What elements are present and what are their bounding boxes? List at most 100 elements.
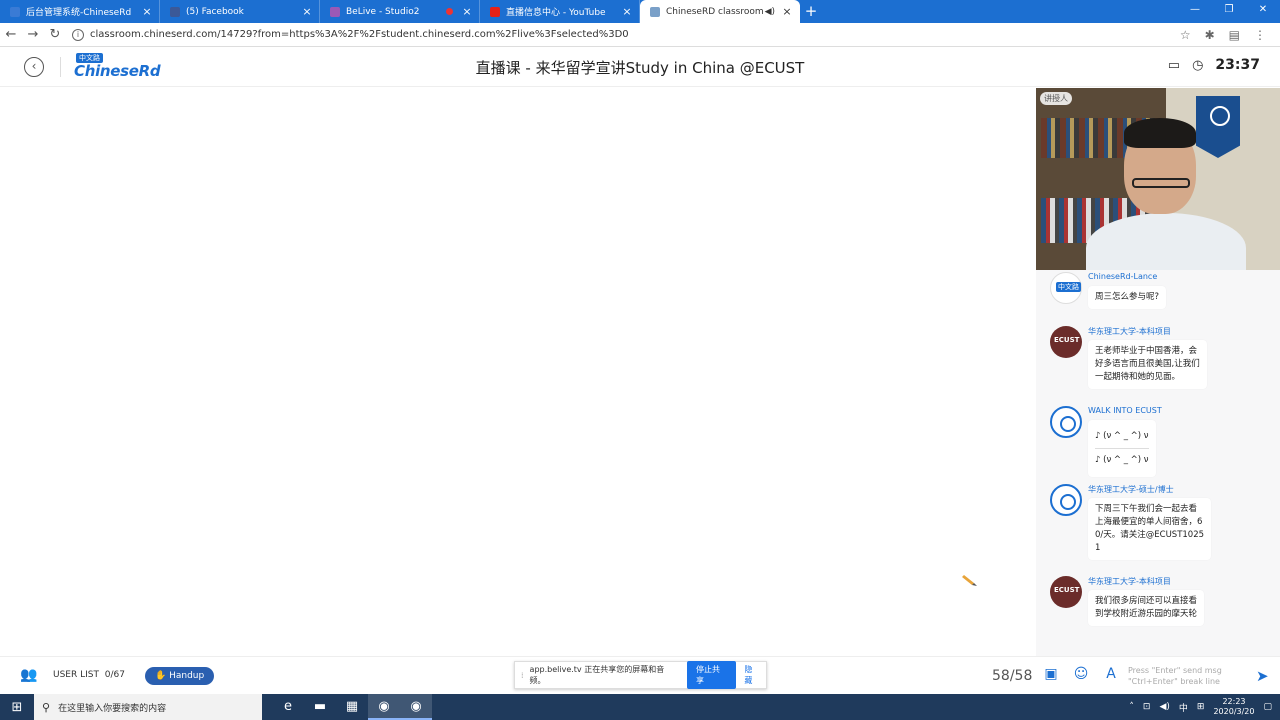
close-tab-icon[interactable]: ×: [621, 5, 633, 18]
browser-tab[interactable]: (5) Facebook ×: [160, 0, 320, 23]
tray-arrow-icon[interactable]: ˄: [1129, 702, 1134, 712]
classroom-icon: [650, 6, 660, 17]
browser-tab[interactable]: 直播信息中心 - YouTube ×: [480, 0, 640, 23]
message-bubble: 我们很多房间还可以直接看 到学校附近游乐园的摩天轮: [1088, 590, 1205, 626]
close-tab-icon[interactable]: ×: [141, 5, 153, 18]
stop-share-button[interactable]: 停止共享: [687, 661, 737, 689]
tab-title: (5) Facebook: [186, 6, 244, 17]
message-line: 一起期待和她的见面。: [1095, 372, 1181, 382]
windows-start-icon[interactable]: ⊞: [0, 700, 34, 715]
send-icon[interactable]: ➤: [1256, 667, 1269, 685]
avatar: [1050, 484, 1082, 516]
chrome-icon[interactable]: ◉: [400, 694, 432, 720]
tab-title: BeLive - Studio2: [346, 6, 420, 17]
teacher-video[interactable]: 讲授人: [1036, 88, 1280, 270]
message-line: 上海最便宜的单人间宿舍，6: [1095, 517, 1203, 527]
new-tab-button[interactable]: +: [800, 0, 822, 23]
message-line: 到学校附近游乐园的摩天轮: [1095, 609, 1198, 619]
speaker-icon[interactable]: ◀): [765, 7, 775, 17]
back-arrow-icon[interactable]: ←: [0, 27, 22, 42]
chrome-icon[interactable]: ◉: [368, 694, 400, 720]
volume-icon[interactable]: ◀): [1159, 702, 1169, 712]
message-line: 0/天。请关注@ECUST1025: [1095, 530, 1205, 540]
maximize-icon[interactable]: ❐: [1212, 0, 1246, 23]
forward-arrow-icon[interactable]: →: [22, 27, 44, 42]
app-header: ‹ 中文路 ChineseRd 直播课 - 来华留学宣讲Study in Chi…: [0, 47, 1280, 87]
edge-icon[interactable]: e: [272, 694, 304, 720]
message-line: 下周三下午我们会一起去看: [1095, 504, 1198, 514]
close-tab-icon[interactable]: ×: [461, 5, 473, 18]
share-notice-text: app.belive.tv 正在共享您的屏幕和音频。: [529, 665, 665, 685]
sender-name: 华东理工大学-本科项目: [1088, 577, 1171, 586]
close-window-icon[interactable]: ✕: [1246, 0, 1280, 23]
chat-panel: ChineseRd-Lance 周三怎么参与呢? 华东理工大学-本科项目 王老师…: [1036, 272, 1280, 656]
header-right: ▭ ◷ 23:37: [1168, 57, 1260, 73]
translate-icon[interactable]: A: [1102, 666, 1120, 684]
close-tab-icon[interactable]: ×: [301, 5, 313, 18]
tray-clock[interactable]: 22:23 2020/3/20: [1213, 697, 1254, 717]
user-count: 0/67: [104, 670, 125, 680]
handup-button[interactable]: ✋ Handup: [145, 667, 215, 685]
search-icon: ⚲: [42, 700, 51, 714]
message-line: ♪ (ν ^ _ ^) ν: [1095, 425, 1149, 449]
taskbar-apps: e ▬ ▦ ◉ ◉: [272, 694, 432, 720]
url-field[interactable]: i classroom.chineserd.com/14729?from=htt…: [72, 28, 1180, 41]
youtube-icon: [490, 6, 500, 17]
browser-tab-strip: 后台管理系统-ChineseRd × (5) Facebook × BeLive…: [0, 0, 1280, 23]
avatar: [1050, 576, 1082, 608]
users-icon[interactable]: 👥: [20, 667, 40, 683]
user-list-label[interactable]: USER LIST 0/67: [53, 670, 125, 680]
reload-icon[interactable]: ↻: [44, 27, 66, 42]
minimize-icon[interactable]: —: [1178, 0, 1212, 23]
file-explorer-icon[interactable]: ▬: [304, 694, 336, 720]
right-panel: 讲授人 ChineseRd-Lance 周三怎么参与呢? 华东理工大学-本科项目…: [1036, 88, 1280, 656]
ecust-banner: [1196, 96, 1240, 158]
belive-icon: [330, 6, 340, 17]
emoji-icon[interactable]: ☺: [1072, 666, 1090, 684]
drag-handle-icon[interactable]: ⁞: [521, 671, 524, 680]
image-icon[interactable]: ▣: [1042, 666, 1060, 684]
taskbar-search[interactable]: ⚲ 在这里输入你要搜索的内容: [34, 694, 262, 720]
avatar: [1050, 326, 1082, 358]
extension-icon[interactable]: ✱: [1205, 28, 1215, 42]
recording-icon: [446, 8, 453, 15]
info-icon[interactable]: i: [72, 28, 84, 41]
screen-icon[interactable]: ▭: [1168, 58, 1180, 73]
menu-icon[interactable]: ⋮: [1254, 28, 1266, 42]
screen-share-notice: ⁞ app.belive.tv 正在共享您的屏幕和音频。 停止共享 隐藏: [514, 661, 767, 689]
chat-message: 华东理工大学-本科项目 我们很多房间还可以直接看 到学校附近游乐园的摩天轮: [1050, 576, 1270, 632]
hide-button[interactable]: 隐藏: [744, 664, 760, 686]
browser-tab[interactable]: BeLive - Studio2 ×: [320, 0, 480, 23]
message-line: 周三怎么参与呢?: [1095, 292, 1160, 302]
sender-name: ChineseRd-Lance: [1088, 272, 1158, 281]
chat-message: 华东理工大学-硕士/博士 下周三下午我们会一起去看 上海最便宜的单人间宿舍，6 …: [1050, 484, 1270, 564]
message-line: 我们很多房间还可以直接看: [1095, 596, 1198, 606]
whiteboard[interactable]: [14, 88, 1024, 656]
user-list-text: USER LIST: [53, 670, 99, 680]
tab-favicon-icon: [10, 6, 20, 17]
message-line: 好多语言而且很美国,让我们: [1095, 359, 1200, 369]
browser-tab[interactable]: 后台管理系统-ChineseRd ×: [0, 0, 160, 23]
session-clock: 23:37: [1215, 57, 1260, 73]
ime-indicator[interactable]: 中: [1179, 701, 1188, 714]
input-grid-icon[interactable]: ⊞: [1197, 702, 1205, 712]
system-tray: ˄ ⊡ ◀) 中 ⊞ 22:23 2020/3/20 ▢: [1129, 694, 1272, 720]
chat-message: WALK INTO ECUST ♪ (ν ^ _ ^) ν ♪ (ν ^ _ ^…: [1050, 406, 1270, 477]
page-title: 直播课 - 来华留学宣讲Study in China @ECUST: [475, 59, 805, 77]
message-input[interactable]: Press "Enter" send msg "Ctrl+Enter" brea…: [1128, 665, 1248, 687]
tab-title: ChineseRD classroom: [666, 6, 764, 17]
close-tab-icon[interactable]: ×: [781, 5, 793, 18]
star-icon[interactable]: ☆: [1180, 28, 1191, 42]
tab-title: 后台管理系统-ChineseRd: [26, 8, 132, 18]
chat-message: ChineseRd-Lance 周三怎么参与呢?: [1050, 272, 1270, 312]
network-icon[interactable]: ⊡: [1143, 702, 1151, 712]
input-placeholder-line: Press "Enter" send msg: [1128, 666, 1222, 675]
tray-time: 22:23: [1222, 697, 1246, 706]
browser-tab-active[interactable]: ChineseRD classroom ◀) ×: [640, 0, 800, 23]
translate-icon[interactable]: ▤: [1229, 28, 1240, 42]
notification-icon[interactable]: ▢: [1263, 702, 1272, 712]
store-icon[interactable]: ▦: [336, 694, 368, 720]
clock-icon: ◷: [1192, 57, 1204, 73]
bottom-toolbar: 👥 USER LIST 0/67 ✋ Handup ⁞ app.belive.t…: [0, 656, 1280, 694]
tab-title: 直播信息中心 - YouTube: [506, 8, 606, 18]
